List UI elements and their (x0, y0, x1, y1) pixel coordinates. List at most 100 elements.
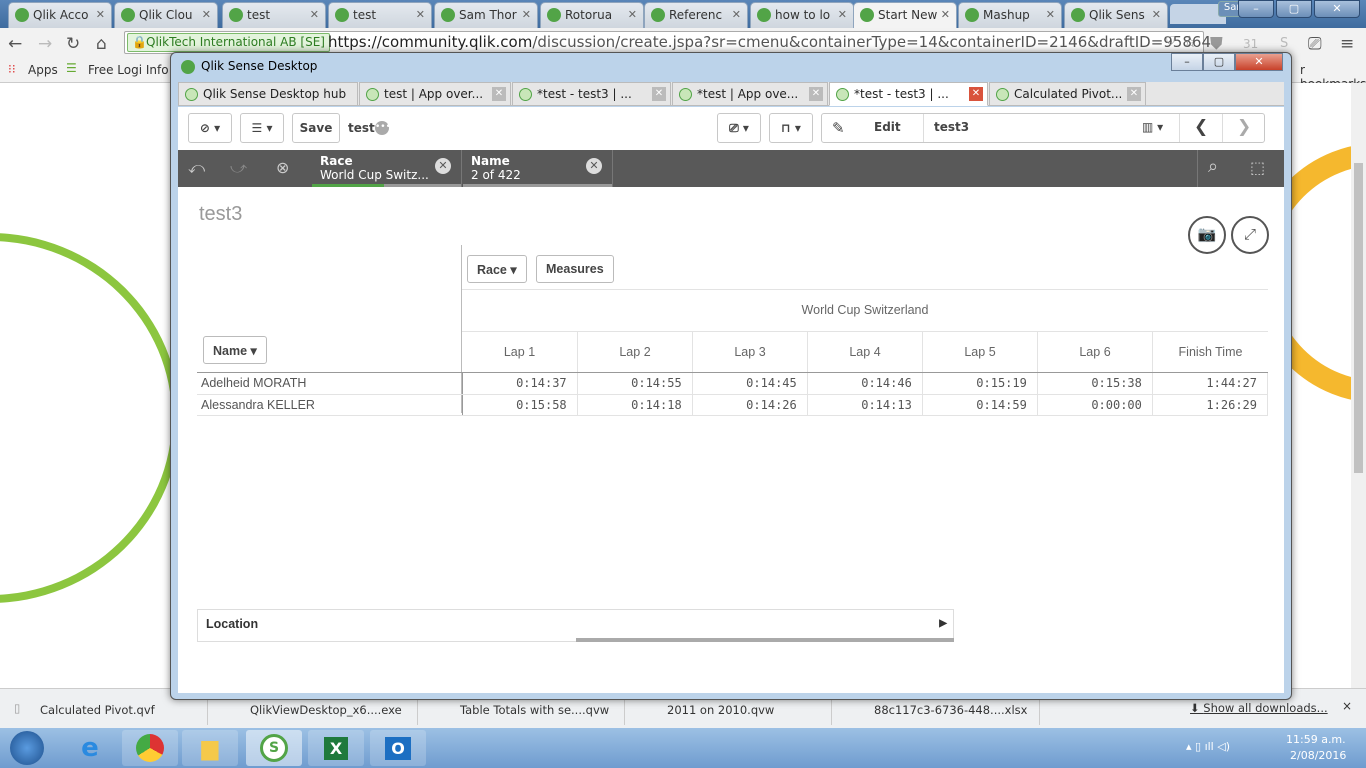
tray-icons[interactable]: ▴ ▯ ıll ◁) (1186, 740, 1230, 753)
close-tab-icon[interactable]: ✕ (732, 8, 741, 21)
close-downloads-button[interactable]: × (1342, 699, 1352, 713)
global-menu-button[interactable]: ☰ ▾ (240, 113, 284, 143)
column-header[interactable]: Lap 4 (807, 332, 922, 373)
browser-tab[interactable]: test ✕ (222, 2, 326, 28)
shield-icon[interactable]: ⛉ (1166, 34, 1175, 49)
race-header[interactable]: World Cup Switzerland (462, 290, 1268, 331)
browser-tab[interactable]: how to lo ✕ (750, 2, 854, 28)
app-details-icon[interactable]: ••• (375, 121, 391, 135)
browser-tab[interactable]: Mashup ✕ (958, 2, 1062, 28)
minimize-button[interactable]: – (1171, 53, 1203, 71)
column-header[interactable]: Lap 1 (462, 332, 577, 373)
sheets-dropdown[interactable]: ▥ ▾ (1142, 120, 1163, 134)
close-button[interactable]: ✕ (1235, 53, 1283, 71)
qlik-tab[interactable]: Calculated Pivot... ✕ (989, 82, 1146, 106)
url-bar[interactable]: 🔒 QlikTech International AB [SE] https://… (124, 31, 1211, 54)
cast-icon[interactable]: ⎚ (1308, 34, 1322, 54)
qlik-tab[interactable]: test | App over... ✕ (359, 82, 511, 106)
close-tab-icon[interactable]: ✕ (522, 8, 531, 21)
browser-tab[interactable]: Qlik Acco ✕ (8, 2, 112, 28)
browser-tab[interactable]: Qlik Sens ✕ (1064, 2, 1168, 28)
expand-arrow-icon[interactable]: ▶ (939, 618, 947, 629)
edit-button[interactable]: Edit (874, 120, 901, 134)
clear-selection-icon[interactable]: ✕ (435, 158, 451, 174)
browser-tab[interactable]: test ✕ (328, 2, 432, 28)
close-tab-icon[interactable]: ✕ (809, 87, 823, 101)
browser-tab[interactable]: Referenc ✕ (644, 2, 748, 28)
excel-icon[interactable]: X (308, 730, 364, 766)
column-header[interactable]: Lap 3 (692, 332, 807, 373)
browser-tab[interactable]: Sam Thor ✕ (434, 2, 538, 28)
maximize-button[interactable]: ▢ (1276, 0, 1312, 18)
secure-badge[interactable]: 🔒 QlikTech International AB [SE] (127, 33, 330, 52)
filter-pane-location[interactable]: Location ▶ (197, 609, 954, 642)
qlik-tab[interactable]: *test - test3 | ... ✕ (829, 82, 988, 106)
close-tab-icon[interactable]: ✕ (416, 8, 425, 21)
extension-shield-icon[interactable]: ⛊ (1210, 34, 1223, 54)
race-dimension-button[interactable]: Race ▾ (467, 255, 527, 283)
measures-button[interactable]: Measures (536, 255, 614, 283)
name-dimension-button[interactable]: Name ▾ (203, 336, 267, 364)
browser-tab[interactable]: Rotorua ✕ (540, 2, 644, 28)
qlik-sense-taskbar-icon[interactable]: S (246, 730, 302, 766)
close-tab-icon[interactable]: ✕ (492, 87, 506, 101)
navigation-button[interactable]: ⊘ ▾ (188, 113, 232, 143)
save-button[interactable]: Save (292, 113, 340, 143)
show-all-downloads-link[interactable]: ⬇ Show all downloads... (1190, 701, 1328, 715)
file-explorer-icon[interactable]: ▆ (182, 730, 238, 766)
browser-tab[interactable]: Start New ✕ (853, 2, 957, 28)
page-scrollbar[interactable] (1351, 83, 1366, 688)
maximize-button[interactable]: ▢ (1203, 53, 1235, 71)
internet-explorer-icon[interactable]: e (62, 730, 118, 766)
clock-date[interactable]: 2/08/2016 (1290, 749, 1346, 762)
clock-time[interactable]: 11:59 a.m. (1286, 733, 1346, 746)
bookmark-logi[interactable]: Free Logi Info T (88, 63, 180, 77)
clear-all-selections-icon[interactable]: ⊗ (276, 158, 289, 177)
table-row[interactable]: Alessandra KELLER 0:15:58 0:14:18 0:14:26 0:… (197, 394, 1269, 416)
calendar-extension-icon[interactable]: 31 (1243, 37, 1258, 51)
minimize-button[interactable]: – (1238, 0, 1274, 18)
qlik-tab[interactable]: *test - test3 | ... ✕ (512, 82, 671, 106)
clear-selection-icon[interactable]: ✕ (586, 158, 602, 174)
row-name-cell[interactable]: Alessandra KELLER (197, 394, 463, 416)
row-name-cell[interactable]: Adelheid MORATH (197, 373, 463, 395)
table-row[interactable]: Adelheid MORATH 0:14:37 0:14:55 0:14:45 0:14… (197, 373, 1269, 395)
column-header[interactable]: Lap 5 (922, 332, 1037, 373)
selection-chip-race[interactable]: Race World Cup Switz... ✕ (312, 150, 462, 187)
close-tab-icon[interactable]: ✕ (202, 8, 211, 21)
qlik-tab[interactable]: Qlik Sense Desktop hub (178, 82, 358, 106)
start-button[interactable] (2, 730, 52, 766)
bookmarks-button[interactable]: ⊓ ▾ (769, 113, 813, 143)
s-extension-icon[interactable]: S (1280, 36, 1288, 51)
close-tab-icon[interactable]: ✕ (969, 87, 983, 101)
column-header[interactable]: Lap 2 (577, 332, 692, 373)
step-back-icon[interactable]: ⤺ (188, 158, 205, 178)
menu-icon[interactable]: ≡ (1340, 34, 1354, 54)
close-button[interactable]: ✕ (1314, 0, 1360, 18)
selections-tool-icon[interactable]: ⬚ (1250, 158, 1265, 177)
column-header[interactable]: Lap 6 (1037, 332, 1152, 373)
close-tab-icon[interactable]: ✕ (96, 8, 105, 21)
step-forward-icon[interactable]: ⤻ (230, 158, 247, 178)
close-tab-icon[interactable]: ✕ (838, 8, 847, 21)
star-icon[interactable]: ☆ (1183, 32, 1197, 51)
forward-icon[interactable]: → (38, 34, 52, 54)
close-tab-icon[interactable]: ✕ (652, 87, 666, 101)
column-header[interactable]: Finish Time (1152, 332, 1268, 373)
reload-icon[interactable]: ↻ (66, 34, 80, 54)
story-button[interactable]: ⎚ ▾ (717, 113, 761, 143)
selection-chip-name[interactable]: Name 2 of 422 ✕ (463, 150, 613, 187)
close-tab-icon[interactable]: ✕ (1127, 87, 1141, 101)
close-tab-icon[interactable]: ✕ (1152, 8, 1161, 21)
previous-sheet-icon[interactable]: ❮ (1194, 117, 1208, 137)
browser-tab[interactable]: Qlik Clou ✕ (114, 2, 218, 28)
back-icon[interactable]: ← (8, 34, 22, 54)
chrome-icon[interactable] (122, 730, 178, 766)
horizontal-scrollbar[interactable] (576, 638, 954, 642)
next-sheet-icon[interactable]: ❯ (1237, 117, 1251, 137)
pencil-icon[interactable]: ✎ (832, 119, 845, 137)
bookmark-apps[interactable]: Apps (28, 63, 58, 77)
close-tab-icon[interactable]: ✕ (941, 8, 950, 21)
home-icon[interactable]: ⌂ (96, 34, 107, 54)
close-tab-icon[interactable]: ✕ (628, 8, 637, 21)
